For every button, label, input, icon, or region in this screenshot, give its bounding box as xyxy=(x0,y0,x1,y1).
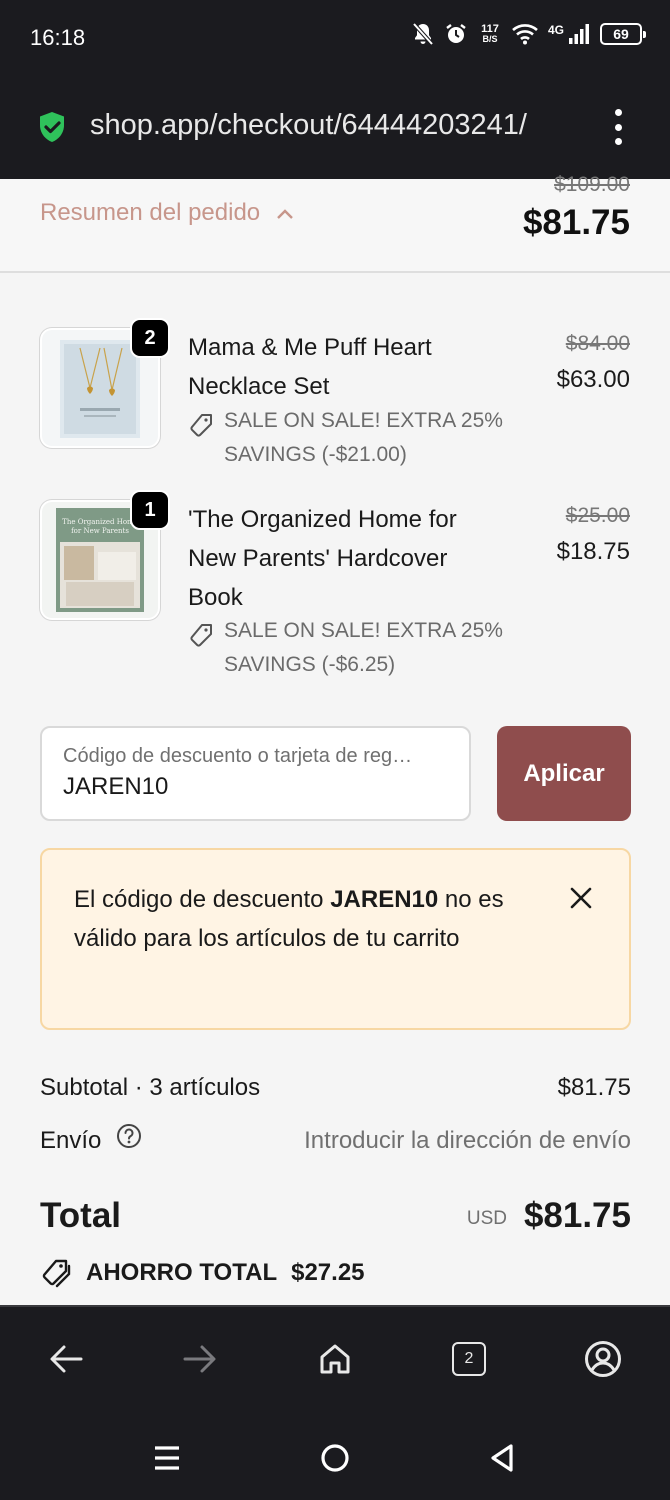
product-name: 'The Organized Home for New Parents' Har… xyxy=(188,506,457,611)
product-discount-text: SALE ON SALE! EXTRA 25% SAVINGS (-$21.00… xyxy=(224,409,503,466)
tag-icon xyxy=(190,624,212,647)
product-name: Mama & Me Puff Heart Necklace Set xyxy=(188,334,432,400)
product-item: The Organized Home for New Parents 1 'Th… xyxy=(40,490,630,682)
product-discount-text: SALE ON SALE! EXTRA 25% SAVINGS (-$6.25) xyxy=(224,619,503,676)
url-text[interactable]: shop.app/checkout/64444203241/ xyxy=(90,109,585,142)
product-price: $63.00 xyxy=(556,366,630,393)
tabs-icon[interactable]: 2 xyxy=(447,1337,491,1381)
status-time: 16:18 xyxy=(30,25,86,50)
wifi-icon xyxy=(512,23,538,45)
product-original-price: $25.00 xyxy=(565,504,630,527)
product-original-price: $84.00 xyxy=(565,332,630,355)
signal-icon xyxy=(568,23,590,45)
tags-icon xyxy=(42,1259,71,1288)
total-amount: $81.75 xyxy=(523,1196,631,1235)
account-icon[interactable] xyxy=(581,1337,625,1381)
back-triangle-icon[interactable] xyxy=(482,1438,522,1478)
summary-total: $81.75 xyxy=(522,203,630,242)
bell-off-icon xyxy=(412,22,434,46)
home-icon[interactable] xyxy=(313,1337,357,1381)
total-savings: AHORRO TOTAL $27.25 xyxy=(40,1258,365,1288)
subtotal-value: $81.75 xyxy=(557,1074,631,1101)
back-arrow-icon[interactable] xyxy=(44,1337,88,1381)
chevron-up-icon xyxy=(276,199,294,227)
apply-button[interactable]: Aplicar xyxy=(497,726,631,821)
invalid-code-warning: El código de descuento JAREN10 no es vál… xyxy=(40,848,631,1030)
subtotal-row: Subtotal · 3 artículos $81.75 xyxy=(40,1074,631,1102)
discount-code-label: Código de descuento o tarjeta de reg… xyxy=(63,745,413,767)
status-bar: 16:18 117 B/S 4G 69 xyxy=(0,0,670,75)
summary-original-total: $109.00 xyxy=(554,173,630,196)
more-menu-icon[interactable] xyxy=(606,109,630,145)
tag-icon xyxy=(190,414,212,437)
quantity-badge: 2 xyxy=(130,318,170,358)
network-type: 4G xyxy=(547,23,564,37)
shipping-row: Envío Introducir la dirección de envío xyxy=(40,1124,631,1156)
help-circle-icon[interactable] xyxy=(116,1123,142,1156)
close-icon[interactable] xyxy=(569,886,593,915)
book-cover-title: The Organized Home xyxy=(62,518,138,526)
battery-icon: 69 xyxy=(600,23,646,45)
recent-apps-icon[interactable] xyxy=(147,1438,187,1478)
order-summary-label: Resumen del pedido xyxy=(40,199,261,226)
status-icons: 117 B/S 4G 69 xyxy=(412,22,646,46)
shield-check-icon[interactable] xyxy=(38,111,66,148)
net-speed: 117 B/S xyxy=(481,23,499,45)
total-row: Total USD $81.75 xyxy=(40,1196,631,1240)
home-button-icon[interactable] xyxy=(315,1438,355,1478)
forward-arrow-icon[interactable] xyxy=(178,1337,222,1381)
warning-code: JAREN10 xyxy=(330,886,439,913)
svg-text:for New Parents: for New Parents xyxy=(71,527,129,535)
discount-code-input[interactable] xyxy=(63,773,443,801)
subtotal-label: Subtotal · 3 artículos xyxy=(40,1074,261,1101)
product-item: 2 Mama & Me Puff Heart Necklace Set $84.… xyxy=(40,318,630,468)
total-currency: USD xyxy=(466,1208,507,1229)
shipping-label: Envío xyxy=(40,1127,102,1154)
quantity-badge: 1 xyxy=(130,490,170,530)
savings-label: AHORRO TOTAL xyxy=(86,1259,278,1286)
product-price: $18.75 xyxy=(556,538,630,565)
warning-message: El código de descuento JAREN10 no es vál… xyxy=(74,886,504,952)
shipping-value: Introducir la dirección de envío xyxy=(304,1127,631,1154)
browser-url-bar: shop.app/checkout/64444203241/ xyxy=(0,75,670,179)
order-summary-header: Resumen del pedido $109.00 $81.75 xyxy=(0,173,670,273)
total-label: Total xyxy=(40,1196,122,1235)
discount-code-field[interactable]: Código de descuento o tarjeta de reg… xyxy=(40,726,471,821)
tabs-count: 2 xyxy=(452,1342,486,1376)
system-nav-bar xyxy=(0,1410,670,1500)
order-summary-toggle[interactable]: Resumen del pedido xyxy=(40,199,294,227)
product-discount: SALE ON SALE! EXTRA 25% SAVINGS (-$21.00… xyxy=(188,404,518,472)
savings-value: $27.25 xyxy=(291,1259,365,1286)
browser-toolbar: 2 xyxy=(0,1305,670,1410)
alarm-icon xyxy=(444,22,468,46)
product-discount: SALE ON SALE! EXTRA 25% SAVINGS (-$6.25) xyxy=(188,614,518,682)
